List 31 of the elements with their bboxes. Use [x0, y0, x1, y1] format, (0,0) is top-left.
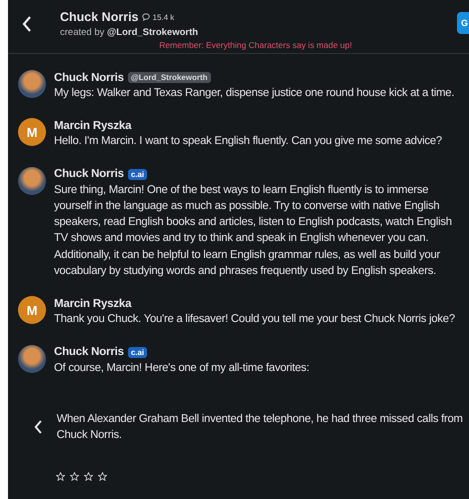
- message-text: Thank you Chuck. You're a lifesaver! Could you tell me your best Chuck Norris joke?: [54, 312, 456, 328]
- author-tag: @Lord_Strokeworth: [128, 72, 211, 83]
- avatar: M: [18, 118, 46, 146]
- avatar: M: [18, 296, 46, 324]
- avatar-photo: [18, 70, 46, 98]
- author-name: Chuck Norris: [54, 346, 124, 358]
- previous-reply-button[interactable]: [34, 419, 43, 436]
- avatar-photo: [18, 344, 46, 373]
- reply-text: When Alexander Graham Bell invented the telephone, he had three missed calls from Chuck Norris.: [56, 412, 463, 444]
- back-button[interactable]: [22, 16, 32, 32]
- action-button[interactable]: G: [457, 12, 469, 34]
- author-name: Marcin Ryszka: [54, 120, 132, 132]
- message-text: Of course, Marcin! Here's one of my all-time favorites:: [54, 360, 310, 376]
- creator-text: created by @Lord_Strokeworth: [60, 27, 200, 38]
- star-icon[interactable]: [84, 472, 93, 481]
- message-text: My legs: Walker and Texas Ranger, dispense justice one round house kick at a time.: [54, 86, 456, 101]
- star-icon[interactable]: [98, 472, 107, 481]
- star-icon[interactable]: [56, 472, 65, 481]
- avatar-photo: [18, 166, 46, 195]
- author-name: Marcin Ryszka: [54, 298, 132, 310]
- author-name: Chuck Norris: [54, 72, 124, 84]
- character-name: Chuck Norris: [60, 10, 138, 24]
- author-tag: c.ai: [128, 346, 148, 358]
- message-text: Sure thing, Marcin! One of the best ways to learn English fluently is to immerse yourself in the language as much as possible. Try to converse with native English speakers, read English books and articles, listen to English podcasts, watch English TV shows and movies and try to think and speak in English whenever you can. Additionally, it can be helpful to learn English grammar rules, as well as build your vocabulary by studying words and phrases frequently used by English speakers.: [54, 182, 453, 280]
- author-tag: c.ai: [128, 168, 148, 180]
- author-name: Chuck Norris: [54, 168, 124, 180]
- star-icon[interactable]: [70, 472, 79, 481]
- chat-bubble-icon: [142, 13, 150, 21]
- disclaimer-text: Remember: Everything Characters say is made up!: [158, 39, 353, 52]
- message-text: Hello. I'm Marcin. I want to speak English fluently. Can you give me some advice?: [54, 134, 443, 150]
- chat-count: 15.4 k: [152, 12, 174, 22]
